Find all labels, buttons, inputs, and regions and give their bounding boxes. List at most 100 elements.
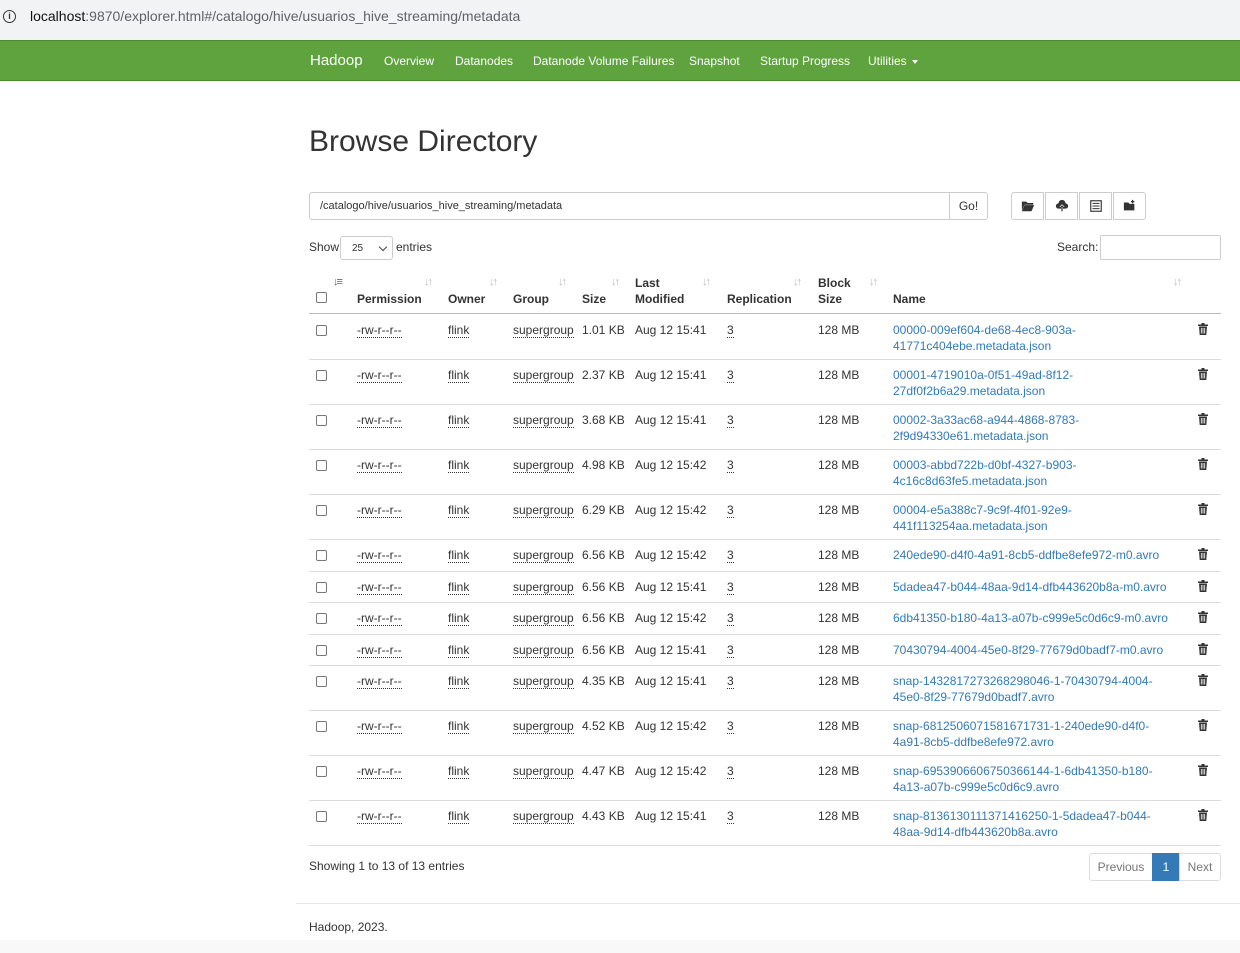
address-bar[interactable]: i localhost:9870/explorer.html#/catalogo… bbox=[0, 0, 1240, 40]
sort-icon[interactable]: ↓↑ bbox=[558, 276, 567, 288]
replication-value[interactable]: 3 bbox=[727, 809, 734, 824]
owner-value[interactable]: flink bbox=[448, 368, 470, 383]
row-checkbox[interactable] bbox=[316, 721, 327, 732]
sort-icon[interactable]: ↓↑ bbox=[424, 276, 433, 288]
row-checkbox[interactable] bbox=[316, 645, 327, 656]
permission-cell[interactable]: -rw-r--r-- bbox=[357, 412, 402, 428]
pagination-previous[interactable]: Previous bbox=[1089, 853, 1153, 881]
file-name-link[interactable]: 5dadea47-b044-48aa-9d14-dfb443620b8a-m0.… bbox=[893, 579, 1173, 595]
permission-value[interactable]: -rw-r--r-- bbox=[357, 674, 402, 689]
owner-value[interactable]: flink bbox=[448, 323, 470, 338]
replication-value[interactable]: 3 bbox=[727, 719, 734, 734]
file-name-link[interactable]: snap-6812506071581671731-1-240ede90-d4f0… bbox=[893, 718, 1173, 750]
create-directory-button[interactable] bbox=[1113, 192, 1146, 220]
replication-value[interactable]: 3 bbox=[727, 413, 734, 428]
group-cell[interactable]: supergroup bbox=[513, 502, 574, 518]
row-checkbox[interactable] bbox=[316, 766, 327, 777]
permission-value[interactable]: -rw-r--r-- bbox=[357, 458, 402, 473]
search-input[interactable] bbox=[1100, 235, 1221, 260]
replication-cell[interactable]: 3 bbox=[727, 322, 734, 338]
group-cell[interactable]: supergroup bbox=[513, 642, 574, 658]
permission-value[interactable]: -rw-r--r-- bbox=[357, 809, 402, 824]
trash-icon[interactable] bbox=[1198, 611, 1208, 623]
trash-icon[interactable] bbox=[1198, 580, 1208, 592]
owner-value[interactable]: flink bbox=[448, 548, 470, 563]
header-owner[interactable]: Owner bbox=[448, 291, 485, 307]
header-name[interactable]: Name bbox=[893, 291, 926, 307]
file-name-link[interactable]: 6db41350-b180-4a13-a07b-c999e5c0d6c9-m0.… bbox=[893, 610, 1173, 626]
navbar-brand[interactable]: Hadoop bbox=[310, 52, 363, 69]
row-checkbox[interactable] bbox=[316, 370, 327, 381]
row-checkbox[interactable] bbox=[316, 505, 327, 516]
owner-cell[interactable]: flink bbox=[448, 502, 470, 518]
group-value[interactable]: supergroup bbox=[513, 611, 574, 626]
replication-cell[interactable]: 3 bbox=[727, 457, 734, 473]
file-name-link[interactable]: 00002-3a33ac68-a944-4868-8783-2f9d94330e… bbox=[893, 412, 1173, 444]
nav-overview[interactable]: Overview bbox=[384, 54, 434, 68]
replication-value[interactable]: 3 bbox=[727, 611, 734, 626]
owner-cell[interactable]: flink bbox=[448, 367, 470, 383]
file-name-link[interactable]: 70430794-4004-45e0-8f29-77679d0badf7-m0.… bbox=[893, 642, 1173, 658]
replication-value[interactable]: 3 bbox=[727, 580, 734, 595]
group-value[interactable]: supergroup bbox=[513, 503, 574, 518]
replication-value[interactable]: 3 bbox=[727, 643, 734, 658]
row-checkbox[interactable] bbox=[316, 550, 327, 561]
owner-cell[interactable]: flink bbox=[448, 412, 470, 428]
row-checkbox[interactable] bbox=[316, 613, 327, 624]
row-checkbox[interactable] bbox=[316, 582, 327, 593]
permission-cell[interactable]: -rw-r--r-- bbox=[357, 322, 402, 338]
replication-cell[interactable]: 3 bbox=[727, 673, 734, 689]
row-checkbox[interactable] bbox=[316, 676, 327, 687]
sort-icon[interactable]: ↓↑ bbox=[489, 276, 498, 288]
permission-cell[interactable]: -rw-r--r-- bbox=[357, 673, 402, 689]
group-cell[interactable]: supergroup bbox=[513, 673, 574, 689]
group-cell[interactable]: supergroup bbox=[513, 610, 574, 626]
file-name-link[interactable]: 240ede90-d4f0-4a91-8cb5-ddfbe8efe972-m0.… bbox=[893, 547, 1173, 563]
permission-value[interactable]: -rw-r--r-- bbox=[357, 323, 402, 338]
permission-value[interactable]: -rw-r--r-- bbox=[357, 548, 402, 563]
trash-icon[interactable] bbox=[1198, 674, 1208, 686]
group-value[interactable]: supergroup bbox=[513, 548, 574, 563]
permission-cell[interactable]: -rw-r--r-- bbox=[357, 579, 402, 595]
owner-cell[interactable]: flink bbox=[448, 457, 470, 473]
header-permission[interactable]: Permission bbox=[357, 291, 422, 307]
file-name-link[interactable]: snap-8136130111371416250-1-5dadea47-b044… bbox=[893, 808, 1173, 840]
replication-cell[interactable]: 3 bbox=[727, 610, 734, 626]
group-cell[interactable]: supergroup bbox=[513, 547, 574, 563]
sort-icon[interactable]: ↓↑ bbox=[1173, 276, 1182, 288]
owner-cell[interactable]: flink bbox=[448, 718, 470, 734]
permission-value[interactable]: -rw-r--r-- bbox=[357, 368, 402, 383]
table-view-button[interactable] bbox=[1079, 192, 1112, 220]
permission-value[interactable]: -rw-r--r-- bbox=[357, 764, 402, 779]
select-all-checkbox[interactable] bbox=[316, 292, 327, 303]
replication-cell[interactable]: 3 bbox=[727, 579, 734, 595]
header-size[interactable]: Size bbox=[582, 291, 606, 307]
owner-value[interactable]: flink bbox=[448, 809, 470, 824]
owner-value[interactable]: flink bbox=[448, 611, 470, 626]
permission-value[interactable]: -rw-r--r-- bbox=[357, 580, 402, 595]
file-name-link[interactable]: snap-1432817273268298046-1-70430794-4004… bbox=[893, 673, 1173, 705]
sort-icon[interactable]: ↓↑ bbox=[869, 276, 878, 288]
row-checkbox[interactable] bbox=[316, 460, 327, 471]
permission-cell[interactable]: -rw-r--r-- bbox=[357, 457, 402, 473]
open-folder-button[interactable] bbox=[1011, 192, 1044, 220]
owner-value[interactable]: flink bbox=[448, 458, 470, 473]
group-value[interactable]: supergroup bbox=[513, 719, 574, 734]
owner-cell[interactable]: flink bbox=[448, 642, 470, 658]
header-group[interactable]: Group bbox=[513, 291, 549, 307]
replication-value[interactable]: 3 bbox=[727, 323, 734, 338]
nav-utilities-dropdown[interactable]: Utilities bbox=[868, 54, 918, 68]
trash-icon[interactable] bbox=[1198, 764, 1208, 776]
group-cell[interactable]: supergroup bbox=[513, 579, 574, 595]
permission-cell[interactable]: -rw-r--r-- bbox=[357, 367, 402, 383]
owner-cell[interactable]: flink bbox=[448, 808, 470, 824]
url-text[interactable]: localhost:9870/explorer.html#/catalogo/h… bbox=[30, 8, 520, 24]
replication-cell[interactable]: 3 bbox=[727, 642, 734, 658]
file-name-link[interactable]: 00000-009ef604-de68-4ec8-903a-41771c404e… bbox=[893, 322, 1173, 354]
trash-icon[interactable] bbox=[1198, 503, 1208, 515]
group-cell[interactable]: supergroup bbox=[513, 322, 574, 338]
nav-datanodes[interactable]: Datanodes bbox=[455, 54, 513, 68]
owner-cell[interactable]: flink bbox=[448, 322, 470, 338]
replication-value[interactable]: 3 bbox=[727, 674, 734, 689]
group-value[interactable]: supergroup bbox=[513, 368, 574, 383]
